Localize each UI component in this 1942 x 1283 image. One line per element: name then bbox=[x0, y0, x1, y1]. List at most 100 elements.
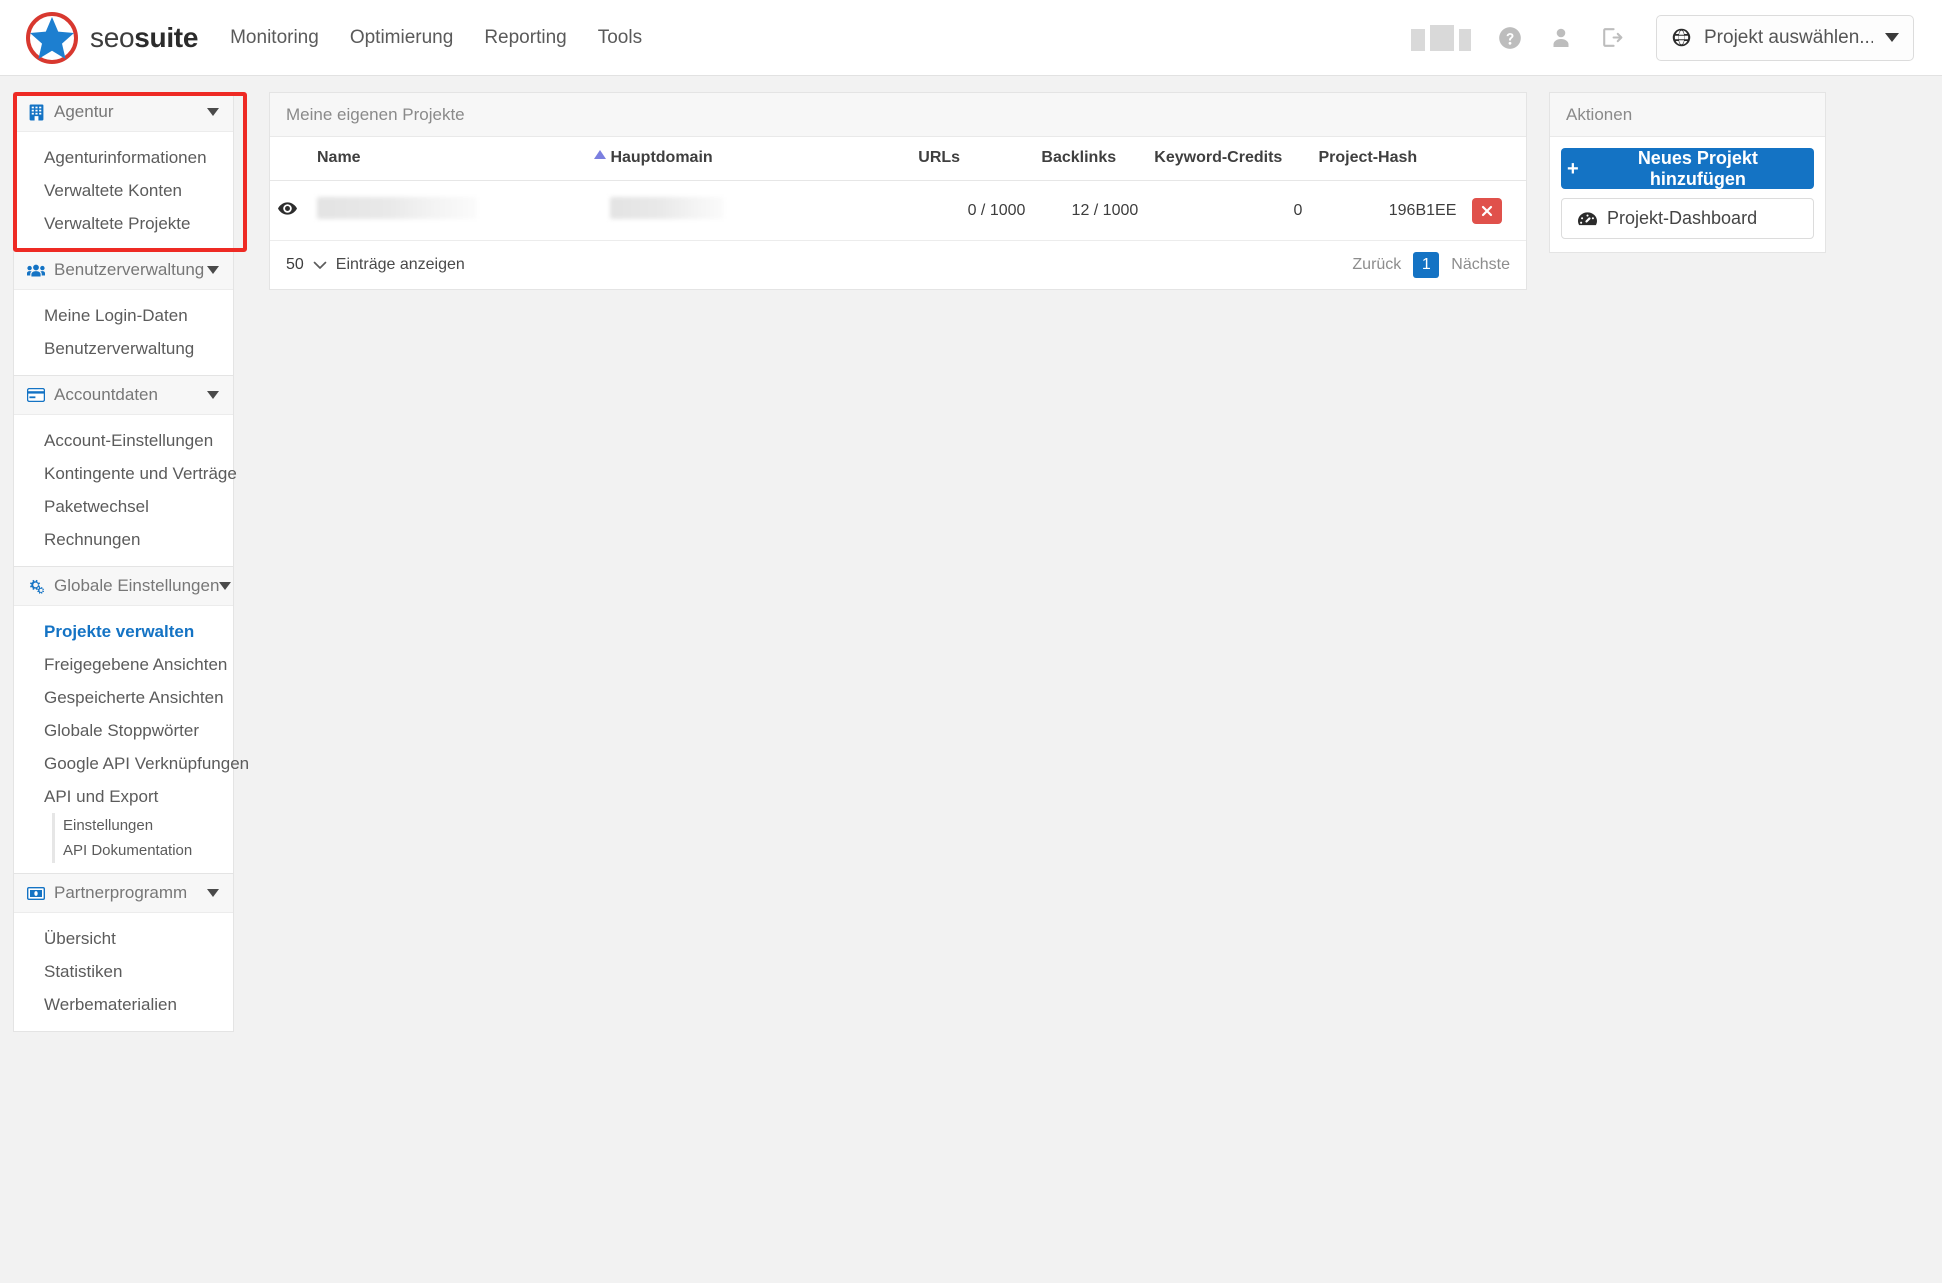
projects-panel: Meine eigenen Projekte Name Hauptdomain … bbox=[269, 92, 1527, 290]
column-header-keyword-credits[interactable]: Keyword-Credits bbox=[1146, 137, 1311, 181]
sidebar-item-meine-login-daten[interactable]: Meine Login-Daten bbox=[14, 299, 233, 332]
brand-logo[interactable]: seosuite bbox=[26, 11, 198, 64]
sidebar-item-verwaltete-projekte[interactable]: Verwaltete Projekte bbox=[14, 207, 233, 240]
main-navigation: Monitoring Optimierung Reporting Tools bbox=[228, 21, 644, 55]
sidebar-section-globale-einstellungen[interactable]: Globale Einstellungen bbox=[14, 566, 233, 606]
sidebar-item-agenturinformationen[interactable]: Agenturinformationen bbox=[14, 141, 233, 174]
actions-panel: Aktionen + Neues Projekt hinzufügen Proj… bbox=[1549, 92, 1826, 253]
table-row[interactable]: 0 / 1000 12 / 1000 0 196B1EE bbox=[270, 180, 1526, 241]
column-header-name[interactable]: Name bbox=[308, 137, 603, 181]
sidebar-section-body-partnerprogramm: Übersicht Statistiken Werbematerialien bbox=[14, 913, 233, 1031]
cell-eye[interactable] bbox=[270, 180, 309, 241]
nav-item-tools[interactable]: Tools bbox=[596, 21, 644, 55]
sidebar-item-benutzerverwaltung[interactable]: Benutzerverwaltung bbox=[14, 332, 233, 365]
close-x-icon bbox=[1482, 205, 1493, 216]
delete-project-button[interactable] bbox=[1472, 197, 1503, 224]
star-logo-icon bbox=[26, 11, 78, 64]
sidebar-section-benutzerverwaltung[interactable]: Benutzerverwaltung bbox=[14, 250, 233, 290]
user-icon[interactable] bbox=[1549, 26, 1573, 50]
main-content: Meine eigenen Projekte Name Hauptdomain … bbox=[269, 92, 1527, 290]
sidebar-item-verwaltete-konten[interactable]: Verwaltete Konten bbox=[14, 174, 233, 207]
chart-bars-icon[interactable] bbox=[1411, 24, 1471, 51]
column-header-hauptdomain[interactable]: Hauptdomain bbox=[594, 137, 911, 181]
chevron-down-icon bbox=[207, 889, 219, 897]
redacted-hauptdomain bbox=[610, 197, 725, 219]
sidebar-section-partnerprogramm[interactable]: Partnerprogramm bbox=[14, 873, 233, 913]
sidebar-section-label: Partnerprogramm bbox=[54, 883, 188, 902]
sidebar-item-werbematerialien[interactable]: Werbematerialien bbox=[14, 988, 233, 1021]
column-header-urls[interactable]: URLs bbox=[910, 137, 1034, 181]
project-dashboard-button[interactable]: Projekt-Dashboard bbox=[1561, 198, 1814, 239]
per-page-label: Einträge anzeigen bbox=[335, 256, 465, 273]
cell-actions bbox=[1464, 180, 1526, 241]
sidebar-subitem-api-dokumentation[interactable]: API Dokumentation bbox=[55, 838, 233, 863]
sidebar-item-projekte-verwalten[interactable]: Projekte verwalten bbox=[14, 615, 233, 648]
sidebar-section-agentur[interactable]: Agentur bbox=[14, 92, 233, 132]
cell-name bbox=[308, 180, 603, 241]
pagination-next[interactable]: Nächste bbox=[1451, 256, 1510, 274]
cell-project-hash: 196B1EE bbox=[1310, 180, 1465, 241]
projects-table: Name Hauptdomain URLs Backlinks Keyword-… bbox=[270, 137, 1526, 241]
project-dashboard-label: Projekt-Dashboard bbox=[1607, 208, 1758, 228]
users-icon bbox=[27, 263, 45, 278]
per-page-value: 50 bbox=[286, 256, 304, 273]
dashboard-icon bbox=[1578, 211, 1597, 227]
actions-column: Aktionen + Neues Projekt hinzufügen Proj… bbox=[1549, 92, 1826, 253]
caret-down-icon bbox=[1885, 33, 1899, 42]
sidebar-item-api-und-export[interactable]: API und Export bbox=[14, 780, 233, 813]
column-header-actions bbox=[1464, 137, 1526, 181]
sidebar-subgroup-api-und-export: Einstellungen API Dokumentation bbox=[52, 813, 233, 863]
sidebar-item-statistiken[interactable]: Statistiken bbox=[14, 955, 233, 988]
cell-urls: 0 / 1000 bbox=[910, 180, 1034, 241]
chevron-down-icon bbox=[207, 108, 219, 116]
column-header-project-hash[interactable]: Project-Hash bbox=[1310, 137, 1465, 181]
column-header-backlinks[interactable]: Backlinks bbox=[1033, 137, 1147, 181]
per-page-control[interactable]: 50 Einträge anzeigen bbox=[286, 256, 465, 274]
sidebar-item-globale-stoppwoerter[interactable]: Globale Stoppwörter bbox=[14, 714, 233, 747]
sidebar-item-rechnungen[interactable]: Rechnungen bbox=[14, 523, 233, 556]
pagination-page-1[interactable]: 1 bbox=[1413, 252, 1440, 278]
logout-icon[interactable] bbox=[1599, 25, 1624, 50]
chevron-down-icon bbox=[207, 266, 219, 274]
add-project-button[interactable]: + Neues Projekt hinzufügen bbox=[1561, 148, 1814, 189]
column-header-eye bbox=[270, 137, 309, 181]
brand-name: seosuite bbox=[90, 22, 198, 54]
sidebar-item-uebersicht[interactable]: Übersicht bbox=[14, 922, 233, 955]
pagination-prev[interactable]: Zurück bbox=[1352, 256, 1401, 274]
actions-panel-body: + Neues Projekt hinzufügen Projekt-Dashb… bbox=[1550, 137, 1825, 252]
sidebar-item-gespeicherte-ansichten[interactable]: Gespeicherte Ansichten bbox=[14, 681, 233, 714]
sidebar-section-body-accountdaten: Account-Einstellungen Kontingente und Ve… bbox=[14, 415, 237, 566]
actions-panel-title: Aktionen bbox=[1566, 104, 1633, 124]
sidebar-section-body-benutzerverwaltung: Meine Login-Daten Benutzerverwaltung bbox=[14, 290, 233, 375]
project-select[interactable]: Projekt auswählen... bbox=[1656, 14, 1914, 61]
sidebar-wrapper: Agentur Agenturinformationen Verwaltete … bbox=[13, 92, 249, 1032]
eye-icon[interactable] bbox=[278, 201, 297, 215]
sidebar-item-google-api-verknuepfungen[interactable]: Google API Verknüpfungen bbox=[14, 747, 249, 780]
sidebar-item-freigegebene-ansichten[interactable]: Freigegebene Ansichten bbox=[14, 648, 233, 681]
sidebar-item-paketwechsel[interactable]: Paketwechsel bbox=[14, 490, 233, 523]
building-icon bbox=[27, 104, 45, 121]
question-circle-icon[interactable] bbox=[1497, 25, 1523, 51]
sidebar-item-kontingente-und-vertraege[interactable]: Kontingente und Verträge bbox=[14, 457, 237, 490]
sidebar-section-label: Benutzerverwaltung bbox=[54, 260, 205, 279]
nav-item-optimierung[interactable]: Optimierung bbox=[348, 21, 456, 55]
sidebar-item-account-einstellungen[interactable]: Account-Einstellungen bbox=[14, 424, 233, 457]
nav-item-monitoring[interactable]: Monitoring bbox=[228, 21, 321, 55]
pagination: Zurück 1 Nächste bbox=[1352, 252, 1510, 278]
sidebar-subitem-einstellungen[interactable]: Einstellungen bbox=[55, 813, 233, 838]
nav-item-reporting[interactable]: Reporting bbox=[482, 21, 568, 55]
sidebar-section-label: Agentur bbox=[54, 102, 114, 121]
chevron-down-icon bbox=[219, 582, 232, 590]
projects-table-head: Name Hauptdomain URLs Backlinks Keyword-… bbox=[270, 137, 1526, 181]
globe-icon bbox=[1671, 27, 1692, 48]
sort-ascending-icon bbox=[594, 149, 607, 159]
brand-name-bold: suite bbox=[134, 21, 199, 53]
sidebar-section-label: Accountdaten bbox=[54, 385, 158, 404]
sidebar-section-label: Globale Einstellungen bbox=[54, 576, 220, 595]
projects-panel-header: Meine eigenen Projekte bbox=[270, 93, 1526, 137]
sidebar-section-body-agentur: Agenturinformationen Verwaltete Konten V… bbox=[14, 132, 233, 250]
gears-icon bbox=[27, 578, 45, 594]
chevron-down-icon bbox=[313, 260, 327, 270]
sidebar-section-accountdaten[interactable]: Accountdaten bbox=[14, 375, 233, 415]
table-header-row: Name Hauptdomain URLs Backlinks Keyword-… bbox=[270, 137, 1526, 181]
